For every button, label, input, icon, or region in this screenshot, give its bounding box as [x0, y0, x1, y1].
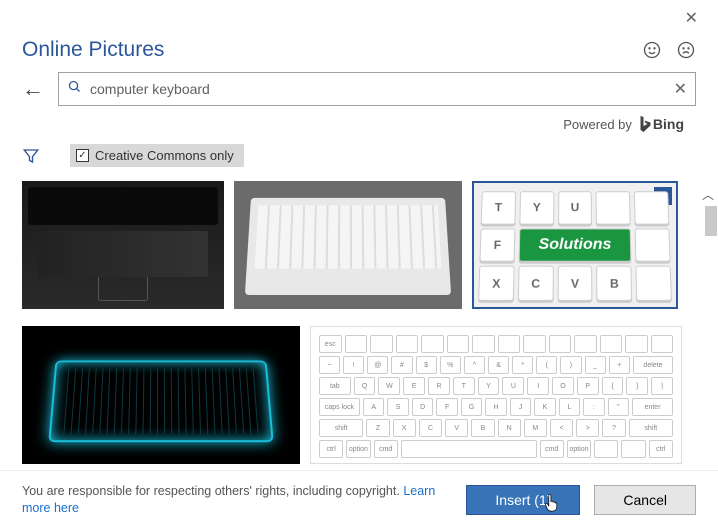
clear-search-button[interactable]: ✕: [674, 79, 687, 99]
search-icon: [67, 79, 82, 99]
result-thumbnail[interactable]: [22, 326, 300, 464]
search-input[interactable]: [90, 81, 674, 97]
scrollbar-thumb[interactable]: [705, 206, 717, 236]
creative-commons-toggle[interactable]: ✓ Creative Commons only: [70, 144, 244, 167]
back-button[interactable]: ←: [22, 78, 44, 100]
filter-icon[interactable]: [22, 147, 40, 165]
close-dialog-button[interactable]: ✕: [685, 8, 698, 28]
insert-button[interactable]: Insert (1): [466, 485, 580, 515]
disclaimer-text: You are responsible for respecting other…: [22, 483, 452, 517]
search-box[interactable]: ✕: [58, 72, 696, 106]
result-thumbnail-selected[interactable]: ✓ T Y U F Solutions X C V B: [472, 181, 678, 309]
bing-logo-icon: Bing: [638, 116, 684, 132]
cancel-button[interactable]: Cancel: [594, 485, 696, 515]
smiley-icon[interactable]: [642, 40, 662, 60]
result-thumbnail[interactable]: esc~!@#$%^&*()_+deletetabQWERTYUIOP{}|ca…: [310, 326, 682, 464]
result-thumbnail[interactable]: [22, 181, 224, 309]
creative-commons-label: Creative Commons only: [95, 148, 234, 163]
results-grid: ✓ T Y U F Solutions X C V B esc~!@#$%^&*…: [0, 181, 718, 471]
checkbox-checked-icon: ✓: [76, 149, 89, 162]
result-thumbnail[interactable]: [234, 181, 462, 309]
powered-by-label: Powered by Bing: [0, 112, 718, 144]
scroll-up-button[interactable]: ︿: [702, 186, 714, 203]
dialog-title: Online Pictures: [22, 38, 164, 62]
sad-face-icon[interactable]: [676, 40, 696, 60]
